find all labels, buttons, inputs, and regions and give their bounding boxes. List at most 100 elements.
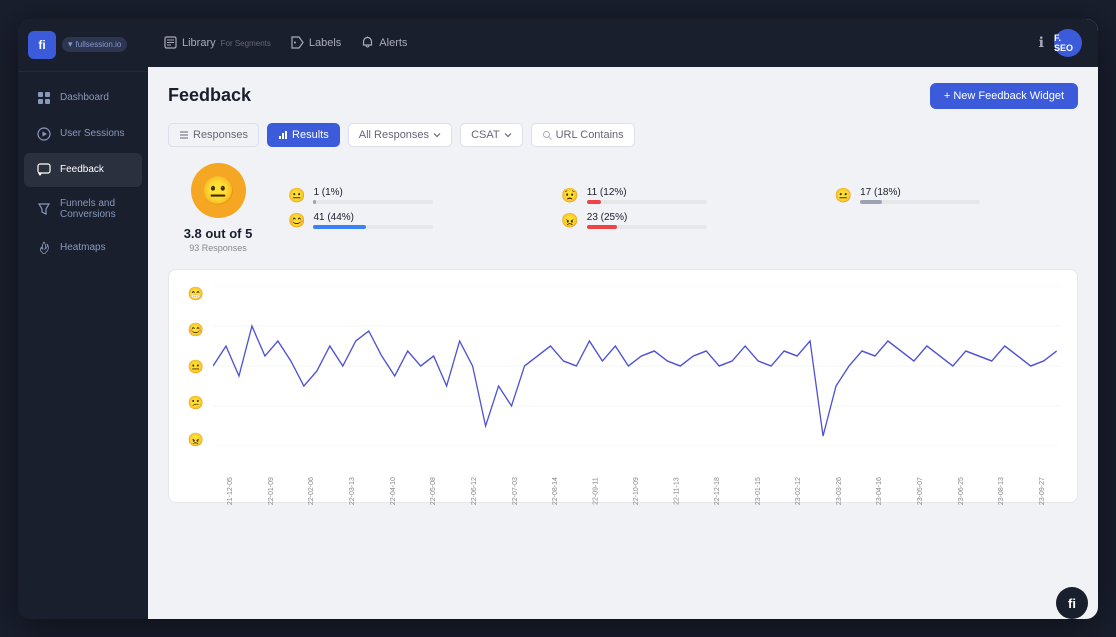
user-avatar[interactable]: F. SEO xyxy=(1054,29,1082,57)
chart-container: 😁 😊 😐 😕 😠 .chart-line { fill: none; stro… xyxy=(168,269,1078,503)
rating-row-4: 😠 23 (25%) xyxy=(561,212,804,229)
rating-label-3: 41 (44%) xyxy=(313,212,531,223)
bottom-logo: fi xyxy=(1056,587,1088,619)
rating-emoji-4: 😠 xyxy=(561,212,578,229)
topbar-library-label: Library xyxy=(182,37,216,49)
all-responses-label: All Responses xyxy=(359,129,429,141)
rating-emoji-1: 😐 xyxy=(288,187,305,204)
filters-bar: Responses Results All Responses CSAT URL… xyxy=(168,123,1078,147)
x-label: 2022-06-12 xyxy=(455,477,495,505)
funnel-icon xyxy=(36,201,52,217)
rating-emoji-2: 😟 xyxy=(561,187,578,204)
csat-dropdown[interactable]: CSAT xyxy=(460,123,523,147)
main-score: 😐 3.8 out of 5 93 Responses xyxy=(168,163,268,253)
content-area: Feedback + New Feedback Widget Responses… xyxy=(148,67,1098,619)
chart-polyline xyxy=(213,326,1057,436)
page-title: Feedback xyxy=(168,85,251,106)
main-area: Library For Segments Labels Alerts ℹ F. … xyxy=(148,19,1098,619)
rating-bars: 😐 1 (1%) 😟 11 (12%) xyxy=(288,187,1078,229)
rating-emoji-5: 😐 xyxy=(835,187,852,204)
rating-label-4: 23 (25%) xyxy=(587,212,805,223)
rating-info-1: 1 (1%) xyxy=(313,187,531,204)
topbar-right: ℹ F. SEO xyxy=(1039,29,1082,57)
x-label: 2023-02-12 xyxy=(779,477,819,505)
responses-tab-label: Responses xyxy=(193,129,248,141)
rating-row-3: 😊 41 (44%) xyxy=(288,212,531,229)
sidebar-item-label: User Sessions xyxy=(60,128,124,139)
x-label: 2022-05-08 xyxy=(414,477,454,505)
chat-icon xyxy=(36,162,52,178)
info-icon[interactable]: ℹ xyxy=(1039,34,1044,51)
score-responses: 93 Responses xyxy=(189,243,247,253)
y-label-1: 😁 xyxy=(188,286,204,302)
line-chart: .chart-line { fill: none; stroke: #4f52d… xyxy=(213,286,1061,446)
x-label: 2022-12-18 xyxy=(698,477,738,505)
y-label-3: 😐 xyxy=(188,359,204,375)
page-header: Feedback + New Feedback Widget xyxy=(168,83,1078,109)
url-search-label: URL Contains xyxy=(556,129,624,141)
rating-row-5: 😐 17 (18%) xyxy=(835,187,1078,204)
x-label: 2023-05-07 xyxy=(901,477,941,505)
workspace-badge[interactable]: ▾ fullsession.io xyxy=(62,37,127,52)
rating-label-1: 1 (1%) xyxy=(313,187,531,198)
rating-bar-fill-1 xyxy=(313,200,315,204)
chart-svg-container: .chart-line { fill: none; stroke: #4f52d… xyxy=(213,286,1061,486)
rating-bar-track-5 xyxy=(860,200,980,204)
sidebar-item-feedback[interactable]: Feedback xyxy=(24,153,142,187)
grid-icon xyxy=(36,90,52,106)
x-label: 2021-12-05 xyxy=(213,477,251,505)
stats-section: 😐 3.8 out of 5 93 Responses 😐 1 (1%) xyxy=(168,163,1078,253)
x-label: 2023-09-27 xyxy=(1023,477,1061,505)
x-label: 2022-03-13 xyxy=(333,477,373,505)
topbar-labels[interactable]: Labels xyxy=(291,36,341,49)
x-label: 2023-01-15 xyxy=(738,477,778,505)
sidebar-item-label: Feedback xyxy=(60,164,104,175)
chart-area: 😁 😊 😐 😕 😠 .chart-line { fill: none; stro… xyxy=(185,286,1061,486)
y-label-4: 😕 xyxy=(188,395,204,411)
x-label: 2022-10-09 xyxy=(617,477,657,505)
sidebar-item-label: Funnels and Conversions xyxy=(60,198,130,220)
rating-bar-fill-4 xyxy=(587,225,617,229)
x-label: 2022-09-11 xyxy=(577,477,617,505)
topbar-for-segments: For Segments xyxy=(221,39,271,48)
rating-label-5: 17 (18%) xyxy=(860,187,1078,198)
sidebar-item-dashboard[interactable]: Dashboard xyxy=(24,81,142,115)
topbar-library[interactable]: Library For Segments xyxy=(164,36,271,49)
play-icon xyxy=(36,126,52,142)
sidebar-item-user-sessions[interactable]: User Sessions xyxy=(24,117,142,151)
sidebar-item-funnels[interactable]: Funnels and Conversions xyxy=(24,189,142,229)
rating-row-1: 😐 1 (1%) xyxy=(288,187,531,204)
x-label: 2022-04-10 xyxy=(374,477,414,505)
rating-bar-fill-5 xyxy=(860,200,882,204)
sidebar-logo: fi ▾ fullsession.io xyxy=(18,19,148,72)
all-responses-dropdown[interactable]: All Responses xyxy=(348,123,452,147)
sidebar: fi ▾ fullsession.io Dashboard User Sessi… xyxy=(18,19,148,619)
y-label-2: 😊 xyxy=(188,322,204,338)
rating-bar-track-1 xyxy=(313,200,433,204)
chart-y-labels: 😁 😊 😐 😕 😠 xyxy=(185,286,207,448)
rating-emoji-3: 😊 xyxy=(288,212,305,229)
rating-info-5: 17 (18%) xyxy=(860,187,1078,204)
sidebar-item-label: Heatmaps xyxy=(60,242,106,253)
x-label: 2022-07-03 xyxy=(496,477,536,505)
new-widget-button[interactable]: + New Feedback Widget xyxy=(930,83,1078,109)
sidebar-item-heatmaps[interactable]: Heatmaps xyxy=(24,231,142,265)
app-logo[interactable]: fi xyxy=(28,31,56,59)
x-label: 2023-08-13 xyxy=(982,477,1022,505)
x-label: 2023-06-25 xyxy=(942,477,982,505)
sidebar-item-label: Dashboard xyxy=(60,92,109,103)
results-tab-label: Results xyxy=(292,129,329,141)
responses-tab[interactable]: Responses xyxy=(168,123,259,147)
rating-bar-track-2 xyxy=(587,200,707,204)
url-search[interactable]: URL Contains xyxy=(531,123,635,147)
sidebar-nav: Dashboard User Sessions Feedback Funnels… xyxy=(18,72,148,619)
rating-bar-track-3 xyxy=(313,225,433,229)
rating-info-3: 41 (44%) xyxy=(313,212,531,229)
results-tab[interactable]: Results xyxy=(267,123,340,147)
rating-info-4: 23 (25%) xyxy=(587,212,805,229)
topbar-alerts[interactable]: Alerts xyxy=(361,36,407,49)
score-value: 3.8 out of 5 xyxy=(184,226,253,241)
x-axis-labels: 2021-12-05 2022-01-09 2022-02-06 2022-03… xyxy=(213,455,1061,505)
topbar-alerts-label: Alerts xyxy=(379,37,407,49)
score-emoji: 😐 xyxy=(191,163,246,218)
